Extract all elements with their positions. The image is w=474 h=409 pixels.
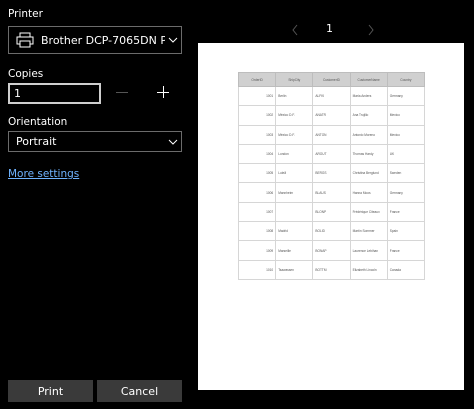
preview-table: OrderID ShipCity CustomerID CustomerName Cou… <box>237 72 426 280</box>
table-cell: 1005 <box>237 163 277 184</box>
table-cell: 1007 <box>237 201 277 223</box>
table-cell: 1008 <box>237 221 277 242</box>
table-cell: Sweden <box>386 163 426 184</box>
printer-value: Brother DCP-7065DN Printer ( <box>41 33 165 47</box>
table-cell: AROUT <box>312 143 351 165</box>
table-cell: Elizabeth Lincoln <box>349 259 388 280</box>
table-cell: Madrid <box>275 221 314 242</box>
print-preview-page: OrderID ShipCity CustomerID CustomerName Cou… <box>198 43 464 390</box>
table-cell: France <box>386 201 426 223</box>
table-cell: BOTTM <box>312 259 351 280</box>
table-cell: 1003 <box>237 124 277 145</box>
table-cell: BONAP <box>312 240 351 261</box>
table-row: 1005 Luleå BERGS Christina Berglund Sweden <box>237 163 426 184</box>
table-cell: Ana Trujillo <box>349 105 388 126</box>
table-row: 1004 London AROUT Thomas Hardy UK <box>237 143 426 165</box>
table-cell: 1010 <box>237 259 277 280</box>
chevron-down-icon <box>165 132 181 151</box>
table-cell: France <box>386 240 426 261</box>
page-number: 1 <box>326 22 333 35</box>
table-cell: México D.F. <box>275 105 314 126</box>
table-cell: 1001 <box>237 85 277 107</box>
table-cell: UK <box>386 143 426 165</box>
table-cell: Mexico <box>386 124 426 145</box>
table-cell <box>275 201 314 223</box>
table-cell: México D.F. <box>275 124 314 145</box>
column-header: OrderID <box>237 72 277 87</box>
table-cell: BOLID <box>312 221 351 242</box>
table-cell: Thomas Hardy <box>349 143 388 165</box>
orientation-label: Orientation <box>8 116 68 128</box>
table-row: 1006 Mannheim BLAUS Hanna Moos Germany <box>237 182 426 203</box>
chevron-right-icon[interactable] <box>366 22 376 36</box>
column-header: Country <box>386 72 426 87</box>
column-header: ShipCity <box>275 72 314 87</box>
printer-icon <box>13 32 37 48</box>
table-cell: Hanna Moos <box>349 182 388 203</box>
table-cell: Marseille <box>275 240 314 261</box>
table-cell: Canada <box>386 259 426 280</box>
more-settings-link[interactable]: More settings <box>8 168 79 180</box>
table-cell: Germany <box>386 85 426 107</box>
orientation-select[interactable]: Portrait <box>8 131 182 152</box>
table-cell: Mannheim <box>275 182 314 203</box>
copies-input[interactable] <box>8 83 101 104</box>
table-row: 1008 Madrid BOLID Martín Sommer Spain <box>237 221 426 242</box>
table-cell: ANATR <box>312 105 351 126</box>
print-settings-panel: Printer Brother DCP-7065DN Printer ( Cop… <box>0 0 190 409</box>
print-button[interactable]: Print <box>8 380 93 402</box>
table-cell: Antonio Moreno <box>349 124 388 145</box>
table-cell: ANTON <box>312 124 351 145</box>
table-cell: 1009 <box>237 240 277 261</box>
table-row: 1007 BLONP Frédérique Citeaux France <box>237 201 426 223</box>
table-row: 1003 México D.F. ANTON Antonio Moreno Mexico <box>237 124 426 145</box>
table-cell: ALFKI <box>312 85 351 107</box>
preview-table-wrapper: OrderID ShipCity CustomerID CustomerName Cou… <box>237 72 426 280</box>
column-header: CustomerName <box>349 72 388 87</box>
printer-label: Printer <box>8 8 43 20</box>
table-row: 1010 Tsawassen BOTTM Elizabeth Lincoln Canad… <box>237 259 426 280</box>
printer-select[interactable]: Brother DCP-7065DN Printer ( <box>8 26 182 54</box>
table-cell: Luleå <box>275 163 314 184</box>
table-row: 1002 México D.F. ANATR Ana Trujillo Mexico <box>237 105 426 126</box>
chevron-left-icon[interactable] <box>290 22 300 36</box>
chevron-down-icon <box>165 27 181 53</box>
table-row: 1001 Berlin ALFKI Maria Anders Germany <box>237 85 426 107</box>
orientation-value: Portrait <box>16 135 57 148</box>
table-cell: 1002 <box>237 105 277 126</box>
table-cell: Tsawassen <box>275 259 314 280</box>
table-cell: Laurence Lebihan <box>349 240 388 261</box>
table-cell: Mexico <box>386 105 426 126</box>
table-cell: BLAUS <box>312 182 351 203</box>
table-cell: Christina Berglund <box>349 163 388 184</box>
table-cell: Maria Anders <box>349 85 388 107</box>
decrement-copies-button[interactable] <box>116 92 128 93</box>
table-cell: BERGS <box>312 163 351 184</box>
table-header-row: OrderID ShipCity CustomerID CustomerName Cou… <box>237 72 426 87</box>
table-cell: 1004 <box>237 143 277 165</box>
column-header: CustomerID <box>312 72 351 87</box>
increment-copies-button[interactable] <box>157 86 169 98</box>
table-cell: Frédérique Citeaux <box>349 201 388 223</box>
table-cell: Germany <box>386 182 426 203</box>
table-cell: Martín Sommer <box>349 221 388 242</box>
table-cell: Spain <box>386 221 426 242</box>
copies-label: Copies <box>8 68 44 80</box>
table-body: 1001 Berlin ALFKI Maria Anders Germany 1002 Mé… <box>237 85 426 280</box>
table-cell: London <box>275 143 314 165</box>
table-cell: BLONP <box>312 201 351 223</box>
table-row: 1009 Marseille BONAP Laurence Lebihan France <box>237 240 426 261</box>
table-cell: Berlin <box>275 85 314 107</box>
table-cell: 1006 <box>237 182 277 203</box>
cancel-button[interactable]: Cancel <box>97 380 182 402</box>
